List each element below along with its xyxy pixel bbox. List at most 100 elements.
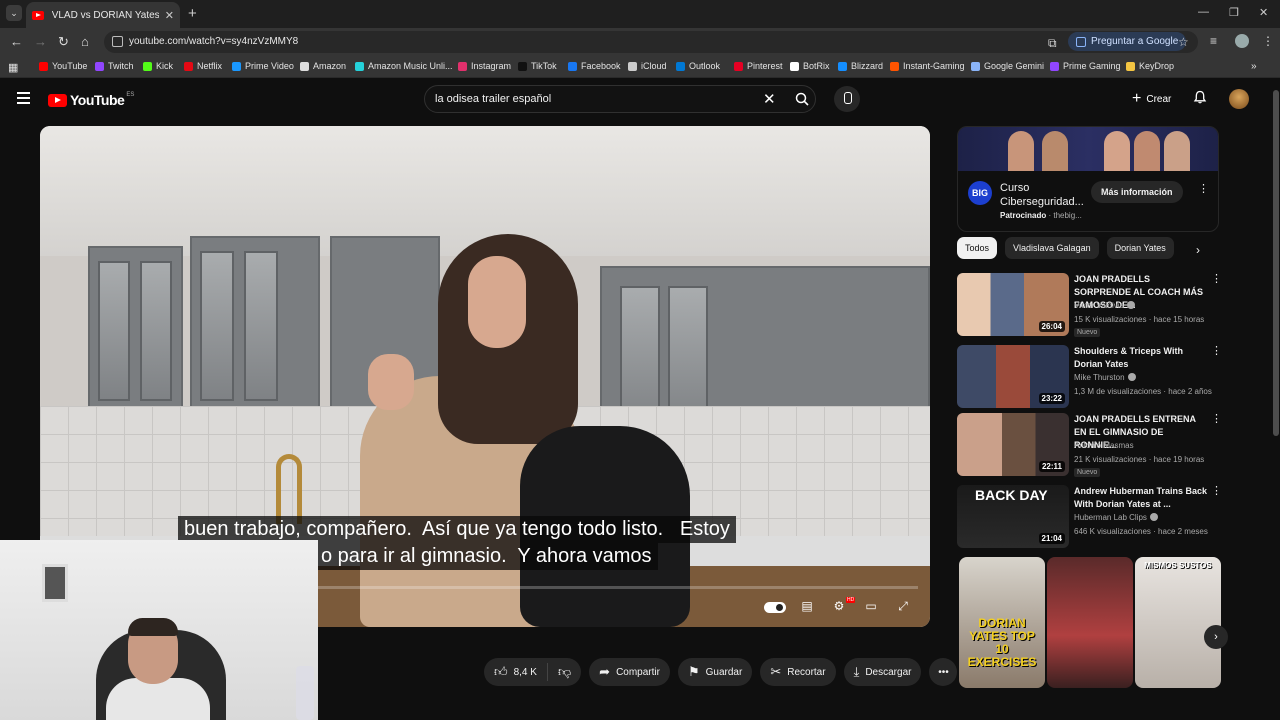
clip-button[interactable]: ✂ Recortar [760, 658, 836, 686]
fullscreen-icon[interactable]: ⤢ [894, 599, 912, 613]
bookmark-item[interactable]: YouTube [39, 61, 87, 71]
more-options-icon[interactable]: ⋮ [1211, 414, 1222, 425]
bookmark-item[interactable]: Instant-Gaming [890, 61, 965, 71]
theater-mode-icon[interactable]: ▭ [862, 599, 880, 613]
video-thumbnail[interactable]: 26:04 [957, 273, 1069, 336]
recommendation-item[interactable]: 23:22 Shoulders & Triceps With Dorian Ya… [957, 345, 1222, 411]
profile-icon[interactable] [1235, 34, 1249, 48]
home-icon[interactable]: ⌂ [81, 34, 89, 49]
video-meta: 646 K visualizaciones · hace 2 meses [1074, 527, 1208, 536]
bookmark-item[interactable]: Pinterest [734, 61, 783, 71]
video-thumbnail[interactable]: 22:11 [957, 413, 1069, 476]
bookmark-item[interactable]: Kick [143, 61, 173, 71]
bookmark-item[interactable]: Amazon [300, 61, 346, 71]
advertiser-logo[interactable]: BIG [968, 181, 992, 205]
more-info-button[interactable]: Más información [1091, 181, 1183, 203]
recommendation-item[interactable]: 26:04 JOAN PRADELLS SORPRENDE AL COACH M… [957, 273, 1222, 339]
create-button[interactable]: + Crear [1122, 86, 1181, 112]
menu-icon[interactable] [17, 92, 30, 104]
close-tab-icon[interactable]: ✕ [165, 9, 174, 22]
subtitles-icon[interactable]: ▤ [798, 599, 816, 613]
save-button[interactable]: ⚑ Guardar [677, 658, 753, 686]
chrome-menu-icon[interactable]: ⋮ [1262, 34, 1274, 48]
more-options-icon[interactable]: ⋮ [1211, 274, 1222, 285]
bookmark-item[interactable]: Blizzard [838, 61, 883, 71]
channel-name[interactable]: Mike Thurston [1074, 373, 1136, 382]
page-scrollbar[interactable] [1272, 78, 1280, 720]
bookmark-item[interactable]: Prime Video [232, 61, 294, 71]
video-thumbnail[interactable]: BACK DAY 21:04 [957, 485, 1069, 548]
chevron-right-icon[interactable]: › [1204, 625, 1228, 649]
site-info-icon[interactable] [112, 36, 123, 47]
bookmark-label: Twitch [108, 61, 134, 71]
search-icon[interactable] [795, 92, 809, 106]
short-thumbnail[interactable]: MISMOS SUSTOS [1135, 557, 1221, 688]
chip-todos[interactable]: Todos [957, 237, 998, 259]
url-text[interactable]: youtube.com/watch?v=sy4nzVzMMY8 [129, 36, 298, 47]
bookmark-item[interactable]: Facebook [568, 61, 621, 71]
apps-grid-icon[interactable]: ▦ [8, 61, 18, 74]
bookmark-item[interactable]: TikTok [518, 61, 557, 71]
recommendation-item[interactable]: 22:11 JOAN PRADELLS ENTRENA EN EL GIMNAS… [957, 413, 1222, 479]
notifications-bell-icon[interactable] [1193, 90, 1207, 104]
close-window-icon[interactable]: ✕ [1259, 6, 1268, 19]
short-thumbnail[interactable]: DORIAN YATES TOP 10 EXERCISES [959, 557, 1045, 688]
chip-dorian-yates[interactable]: Dorian Yates [1106, 237, 1174, 259]
minimize-icon[interactable]: — [1198, 6, 1209, 18]
more-bookmarks-icon[interactable]: » [1251, 61, 1257, 72]
search-bar[interactable]: la odisea trailer español ✕ [424, 85, 816, 113]
bookmark-item[interactable]: Instagram [458, 61, 511, 71]
restore-icon[interactable]: ❐ [1229, 6, 1239, 19]
more-options-icon[interactable]: ⋮ [1211, 486, 1222, 497]
channel-name-text: Huberman Lab Clips [1074, 513, 1147, 522]
address-bar[interactable]: youtube.com/watch?v=sy4nzVzMMY8 ⧉ Pregun… [104, 31, 1198, 53]
bookmark-star-icon[interactable]: ☆ [1178, 35, 1189, 49]
browser-tab[interactable]: VLAD vs DORIAN Yates - YouTube ✕ [26, 2, 180, 28]
more-options-icon[interactable]: ⋮ [1211, 346, 1222, 357]
bookmark-item[interactable]: Prime Gaming [1050, 61, 1121, 71]
bookmark-item[interactable]: Netflix [184, 61, 222, 71]
bookmark-item[interactable]: Twitch [95, 61, 134, 71]
search-input[interactable]: la odisea trailer español [435, 93, 551, 105]
more-actions-icon[interactable]: ••• [929, 658, 958, 686]
channel-name[interactable]: Huberman Lab Clips [1074, 513, 1158, 522]
video-title[interactable]: Shoulders & Triceps With Dorian Yates [1074, 345, 1208, 371]
video-title[interactable]: Andrew Huberman Trains Back With Dorian … [1074, 485, 1208, 511]
clear-search-icon[interactable]: ✕ [763, 90, 776, 108]
chip-vladislava-galagan[interactable]: Vladislava Galagan [1005, 237, 1099, 259]
thumbs-down-icon[interactable]: 👎︎ [558, 664, 571, 680]
scrollbar-thumb[interactable] [1273, 90, 1279, 436]
chevron-right-icon[interactable]: › [1196, 243, 1200, 257]
ad-options-icon[interactable]: ⋮ [1198, 184, 1209, 195]
youtube-logo[interactable]: YouTube ES [48, 92, 134, 108]
user-avatar[interactable] [1229, 89, 1249, 109]
like-count[interactable]: 8,4 K [514, 667, 537, 678]
bookmark-item[interactable]: iCloud [628, 61, 667, 71]
thumbs-up-icon[interactable]: 👍︎ [494, 664, 508, 680]
ask-google-button[interactable]: Preguntar a Google [1068, 32, 1187, 51]
recommendation-item[interactable]: BACK DAY 21:04 Andrew Huberman Trains Ba… [957, 485, 1222, 551]
short-thumbnail[interactable] [1047, 557, 1133, 688]
channel-name[interactable]: Victor Valdivia [1074, 301, 1135, 310]
sidebar-ad[interactable]: BIG Curso Ciberseguridad... Patrocinado … [957, 126, 1219, 232]
bookmark-item[interactable]: Google Gemini [971, 61, 1044, 71]
bookmark-item[interactable]: BotRix [790, 61, 830, 71]
new-tab-button[interactable]: + [188, 5, 197, 22]
share-button[interactable]: ➦ Compartir [589, 658, 670, 686]
reading-list-icon[interactable]: ≡ [1210, 34, 1217, 48]
ad-title[interactable]: Curso Ciberseguridad... [1000, 181, 1084, 209]
autoplay-toggle[interactable] [764, 602, 786, 613]
download-button[interactable]: ⤓ Descargar [843, 658, 922, 686]
reload-icon[interactable]: ↻ [58, 34, 69, 50]
channel-name[interactable]: Antonio Masmas [1074, 441, 1134, 450]
video-thumbnail[interactable]: 23:22 [957, 345, 1069, 408]
back-icon[interactable]: ← [10, 34, 23, 49]
bookmark-item[interactable]: KeyDrop [1126, 61, 1174, 71]
forward-icon[interactable]: → [34, 34, 47, 49]
install-app-icon[interactable]: ⧉ [1048, 36, 1057, 51]
tab-search-button[interactable]: ⌄ [6, 5, 22, 21]
bookmark-item[interactable]: Amazon Music Unli... [355, 61, 453, 71]
logo-text: YouTube [70, 92, 125, 108]
voice-search-icon[interactable] [834, 86, 860, 112]
bookmark-item[interactable]: Outlook [676, 61, 720, 71]
